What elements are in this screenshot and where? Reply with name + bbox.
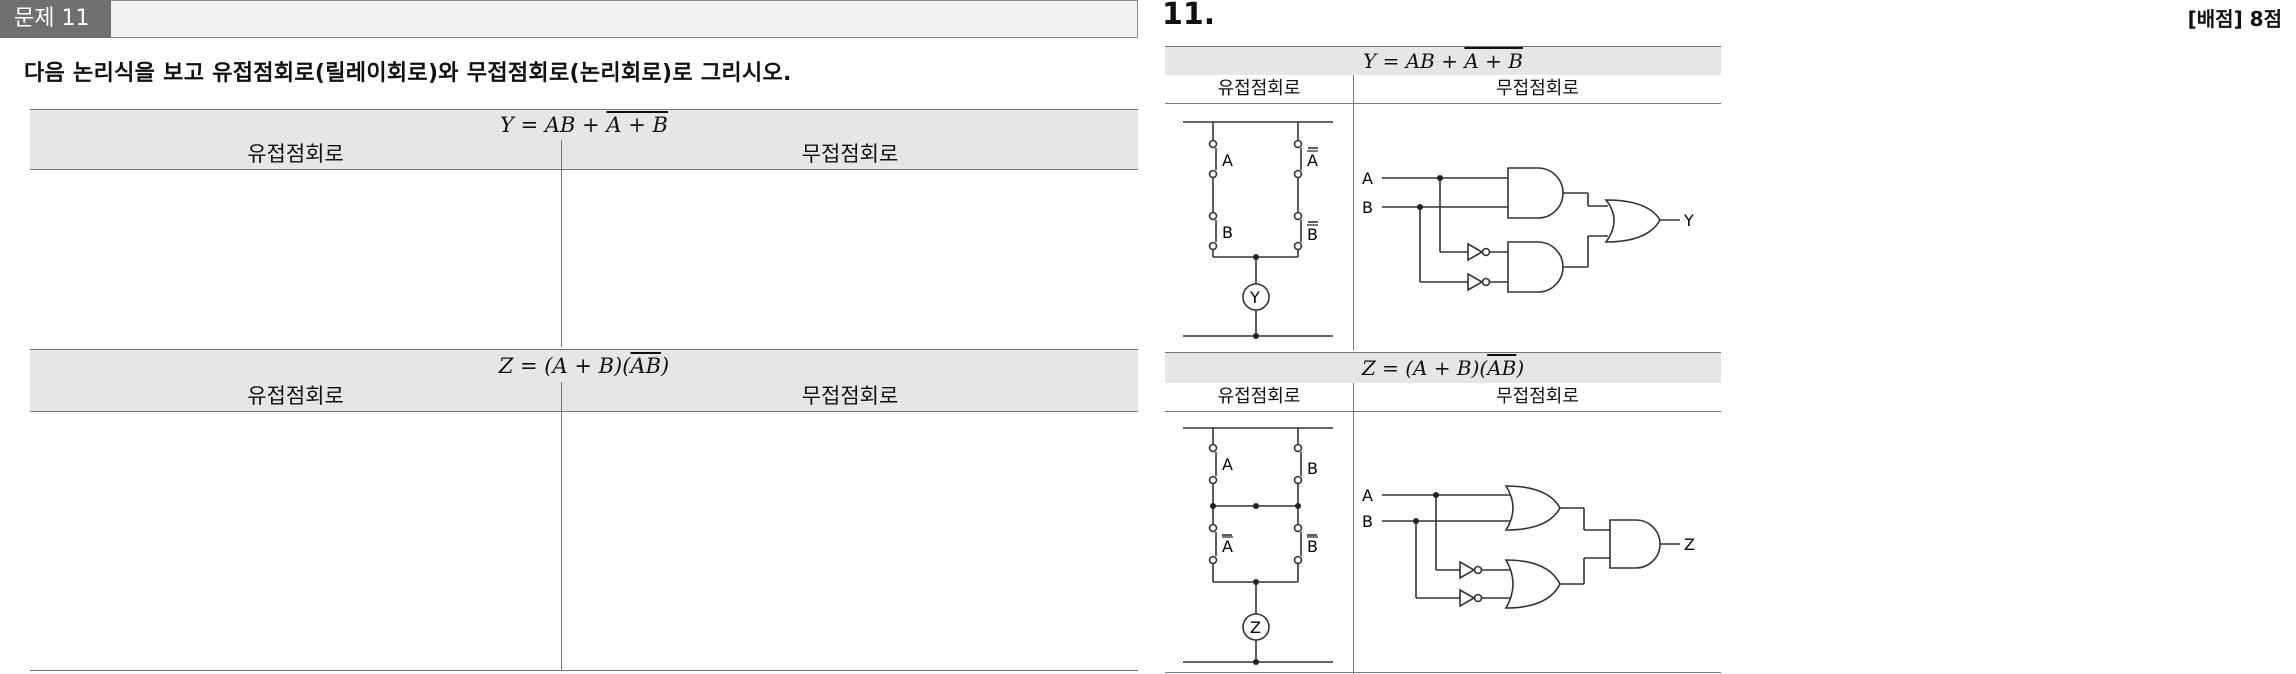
logic-input-label: B — [1362, 198, 1373, 217]
equation-z-negated: AB — [630, 354, 662, 378]
equation-y-bar: Y = AB + A + B — [30, 109, 1138, 141]
table-bottom-line — [30, 670, 1138, 671]
equation-y-negated: A + B — [606, 113, 668, 137]
logic-input-label: B — [1362, 512, 1373, 531]
answer-column-divider — [1353, 383, 1354, 674]
relay-coil-label: Y — [1249, 288, 1260, 307]
answer-equation-z-term: (A + B)( — [1405, 356, 1488, 380]
equation-z-bar: Z = (A + B)(AB) — [30, 349, 1138, 383]
answer-area-logic-2[interactable] — [562, 412, 1138, 669]
logic-circuit-y: A B Y — [1362, 167, 1694, 293]
header-logic-circuit-1: 무접점회로 — [562, 140, 1138, 170]
question-number-badge: 문제 11 — [0, 0, 111, 38]
question-instruction: 다음 논리식을 보고 유접점회로(릴레이회로)와 무접점회로(논리회로)로 그리… — [24, 61, 792, 86]
answer-header-relay-2: 유접점회로 — [1165, 383, 1353, 412]
answer-equation-y-term: AB + — [1405, 49, 1465, 73]
relay-contact-label: A — [1307, 151, 1318, 170]
answer-equation-z-lhs: Z = — [1361, 356, 1406, 380]
logic-output-label: Y — [1683, 211, 1694, 230]
header-logic-circuit-2: 무접점회로 — [562, 382, 1138, 412]
answer-header-logic-1: 무접점회로 — [1354, 75, 1721, 104]
answer-area-relay-1[interactable] — [30, 170, 561, 347]
equation-z-lhs: Z = — [498, 354, 545, 378]
header-relay-circuit-2: 유접점회로 — [30, 382, 561, 412]
relay-circuit-z: A B A B Z — [1183, 427, 1333, 665]
relay-contact-label: B — [1307, 225, 1318, 244]
answer-equation-y-lhs: Y = — [1363, 49, 1406, 73]
equation-z-term: (A + B)( — [544, 354, 631, 378]
relay-contact-label: A — [1222, 151, 1233, 170]
relay-contact-label: B — [1307, 459, 1318, 478]
relay-contact-label: A — [1222, 455, 1233, 474]
answer-table-bottom-line — [1165, 672, 1721, 673]
logic-output-label: Z — [1684, 535, 1695, 554]
equation-z-close: ) — [661, 354, 670, 378]
relay-circuit-y: A B A B Y — [1183, 121, 1333, 339]
answer-header-logic-2: 무접점회로 — [1354, 383, 1721, 412]
relay-coil-label: Z — [1250, 618, 1261, 637]
question-header-bar — [0, 0, 1138, 38]
answer-area-logic-1[interactable] — [562, 170, 1138, 347]
relay-contact-label: B — [1307, 537, 1318, 556]
answer-header-relay-1: 유접점회로 — [1165, 75, 1353, 104]
answer-equation-y-negated: A + B — [1464, 49, 1523, 73]
logic-input-label: A — [1362, 486, 1373, 505]
answer-area-relay-2[interactable] — [30, 412, 561, 669]
question-score: [배점] 8점 — [2187, 7, 2282, 31]
logic-circuit-z: A B Z — [1362, 485, 1695, 609]
relay-contact-label: A — [1222, 537, 1233, 556]
answer-number: 11. — [1162, 0, 1216, 32]
logic-input-label: A — [1362, 169, 1373, 188]
relay-contact-label: B — [1222, 223, 1233, 242]
header-relay-circuit-1: 유접점회로 — [30, 140, 561, 170]
answer-equation-z: Z = (A + B)(AB) — [1165, 352, 1721, 384]
answer-equation-y: Y = AB + A + B — [1165, 46, 1721, 76]
answer-equation-z-negated: AB — [1487, 356, 1517, 380]
equation-y-lhs: Y = — [500, 113, 545, 137]
answer-equation-z-close: ) — [1516, 356, 1525, 380]
answer-column-divider — [1353, 75, 1354, 350]
equation-y-term: AB + — [544, 113, 607, 137]
